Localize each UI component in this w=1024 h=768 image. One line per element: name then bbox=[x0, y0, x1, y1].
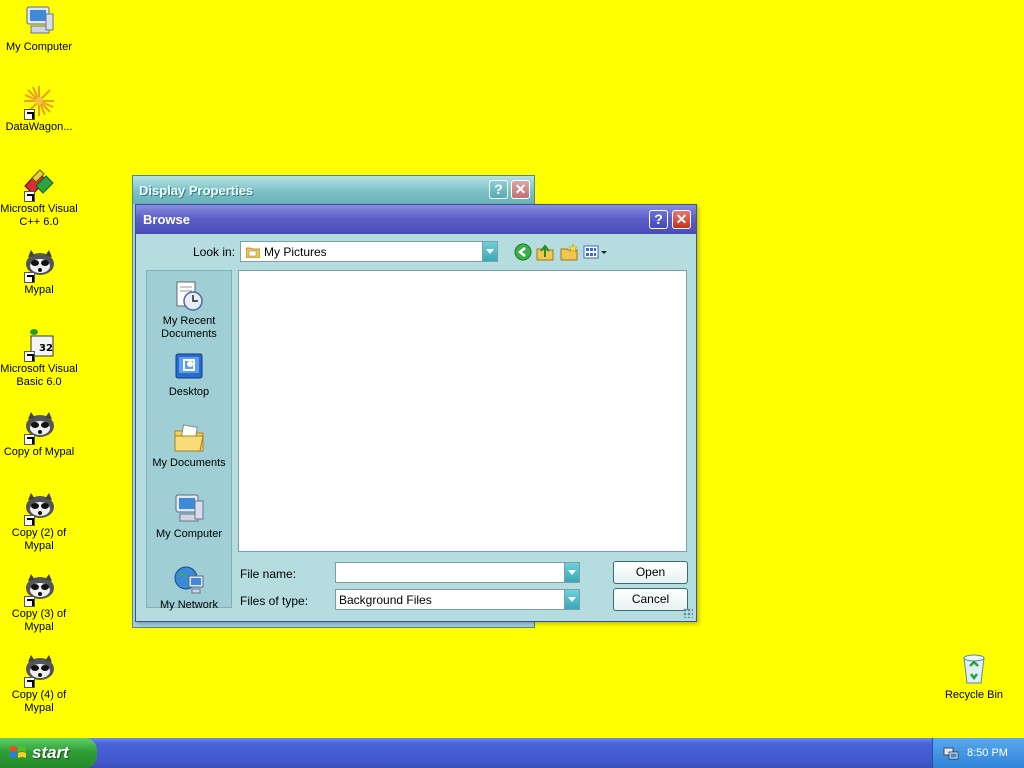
places-bar: My Recent Documents Desktop My Documents… bbox=[146, 270, 232, 611]
desktop-icon-mypal[interactable]: Mypal bbox=[0, 247, 78, 297]
desktop-icon bbox=[172, 350, 206, 384]
mypal-icon bbox=[22, 490, 56, 526]
network-connection-icon[interactable] bbox=[943, 745, 959, 761]
place-my-computer[interactable]: My Computer bbox=[147, 492, 231, 541]
open-button[interactable]: Open bbox=[613, 561, 688, 584]
mypal-icon bbox=[22, 652, 56, 688]
start-label: start bbox=[32, 743, 69, 762]
place-label: My Network bbox=[159, 599, 219, 611]
shortcut-arrow-icon bbox=[24, 351, 35, 362]
cancel-button[interactable]: Cancel bbox=[613, 588, 688, 611]
view-menu-icon[interactable] bbox=[583, 243, 609, 261]
desktop-icon-recycle-bin[interactable]: Recycle Bin bbox=[935, 652, 1013, 702]
shortcut-arrow-icon bbox=[24, 191, 35, 202]
my-documents-icon bbox=[172, 421, 206, 455]
taskbar: start 8:50 PM bbox=[0, 738, 1024, 768]
my-computer-icon bbox=[22, 4, 56, 38]
mypal-icon bbox=[22, 247, 56, 283]
shortcut-arrow-icon bbox=[24, 109, 35, 120]
shortcut-arrow-icon bbox=[24, 515, 35, 526]
display-properties-close-button[interactable]: ✕ bbox=[511, 180, 530, 199]
desktop-icon-label: Copy (4) of Mypal bbox=[11, 689, 67, 714]
shortcut-arrow-icon bbox=[24, 272, 35, 283]
place-label: My Recent Documents bbox=[161, 315, 217, 340]
desktop-icon-copy-2-of-mypal[interactable]: Copy (2) of Mypal bbox=[0, 490, 78, 553]
look-in-value: My Pictures bbox=[264, 244, 327, 259]
look-in-dropdown[interactable]: My Pictures bbox=[240, 241, 498, 262]
browse-title: Browse bbox=[143, 212, 190, 227]
resize-grip[interactable] bbox=[683, 608, 693, 618]
look-in-label: Look in: bbox=[193, 245, 236, 259]
chevron-down-icon[interactable] bbox=[564, 563, 579, 582]
place-label: Desktop bbox=[168, 386, 210, 398]
recycle-bin-icon bbox=[957, 652, 991, 686]
clock[interactable]: 8:50 PM bbox=[967, 747, 1008, 759]
desktop-icon-label: Copy (3) of Mypal bbox=[11, 608, 67, 633]
desktop-icon-label: Copy of Mypal bbox=[3, 446, 75, 458]
place-label: My Documents bbox=[152, 457, 226, 469]
shortcut-arrow-icon bbox=[24, 677, 35, 688]
display-properties-title: Display Properties bbox=[139, 182, 254, 198]
windows-flag-icon bbox=[10, 746, 26, 758]
desktop-icon-label: Mypal bbox=[24, 284, 54, 296]
up-folder-icon[interactable] bbox=[536, 243, 554, 261]
desktop-icon-label: Microsoft Visual Basic 6.0 bbox=[0, 363, 78, 388]
datawagon-icon bbox=[22, 84, 56, 120]
mypal-icon bbox=[22, 409, 56, 445]
close-button[interactable]: ✕ bbox=[672, 210, 691, 229]
place-my-network[interactable]: My Network bbox=[147, 563, 231, 612]
system-tray: 8:50 PM bbox=[932, 738, 1024, 768]
shortcut-arrow-icon bbox=[24, 434, 35, 445]
files-of-type-label: Files of type: bbox=[240, 594, 309, 608]
desktop-icon-datawagon[interactable]: DataWagon... bbox=[0, 84, 78, 134]
file-name-combo[interactable] bbox=[335, 562, 580, 583]
place-my-recent-documents[interactable]: My Recent Documents bbox=[147, 279, 231, 341]
new-folder-icon[interactable] bbox=[560, 243, 578, 261]
desktop-icon-label: Recycle Bin bbox=[944, 689, 1004, 701]
visual-cpp-icon bbox=[22, 166, 56, 202]
file-name-input[interactable] bbox=[336, 563, 564, 582]
place-my-documents[interactable]: My Documents bbox=[147, 421, 231, 470]
mypal-icon bbox=[22, 571, 56, 607]
desktop-icon-label: DataWagon... bbox=[5, 121, 73, 133]
desktop-icon-label: My Computer bbox=[5, 41, 73, 53]
file-list-view[interactable] bbox=[238, 270, 687, 552]
display-properties-help-button[interactable]: ? bbox=[489, 180, 508, 199]
desktop-icon-visual-basic[interactable]: 32 Microsoft Visual Basic 6.0 bbox=[0, 326, 78, 389]
desktop-icon-label: Microsoft Visual C++ 6.0 bbox=[0, 203, 78, 228]
chevron-down-icon[interactable] bbox=[564, 590, 579, 609]
desktop-icon-visual-cpp[interactable]: Microsoft Visual C++ 6.0 bbox=[0, 166, 78, 229]
desktop-icon-copy-3-of-mypal[interactable]: Copy (3) of Mypal bbox=[0, 571, 78, 634]
file-name-label: File name: bbox=[240, 567, 297, 581]
files-of-type-value: Background Files bbox=[339, 592, 432, 607]
shortcut-arrow-icon bbox=[24, 596, 35, 607]
place-label: My Computer bbox=[155, 528, 223, 540]
visual-basic-icon: 32 bbox=[22, 326, 56, 362]
files-of-type-dropdown[interactable]: Background Files bbox=[335, 589, 580, 610]
back-icon[interactable] bbox=[514, 243, 532, 261]
my-pictures-folder-icon bbox=[246, 247, 260, 258]
recent-documents-icon bbox=[172, 279, 206, 313]
place-desktop[interactable]: Desktop bbox=[147, 350, 231, 399]
desktop-icon-my-computer[interactable]: My Computer bbox=[0, 4, 78, 54]
my-network-icon bbox=[172, 563, 206, 597]
desktop-icon-copy-of-mypal[interactable]: Copy of Mypal bbox=[0, 409, 78, 459]
display-properties-titlebar[interactable]: Display Properties bbox=[133, 176, 534, 204]
help-button[interactable]: ? bbox=[649, 210, 668, 229]
desktop-icon-label: Copy (2) of Mypal bbox=[11, 527, 67, 552]
browse-dialog[interactable]: Browse ? ✕ Look in: My Pictures My Recen… bbox=[135, 204, 697, 622]
browse-titlebar[interactable]: Browse bbox=[136, 205, 696, 234]
svg-text:32: 32 bbox=[39, 343, 53, 354]
chevron-down-icon[interactable] bbox=[482, 242, 497, 261]
desktop-icon-copy-4-of-mypal[interactable]: Copy (4) of Mypal bbox=[0, 652, 78, 715]
start-button[interactable]: start bbox=[0, 738, 97, 768]
my-computer-icon bbox=[172, 492, 206, 526]
